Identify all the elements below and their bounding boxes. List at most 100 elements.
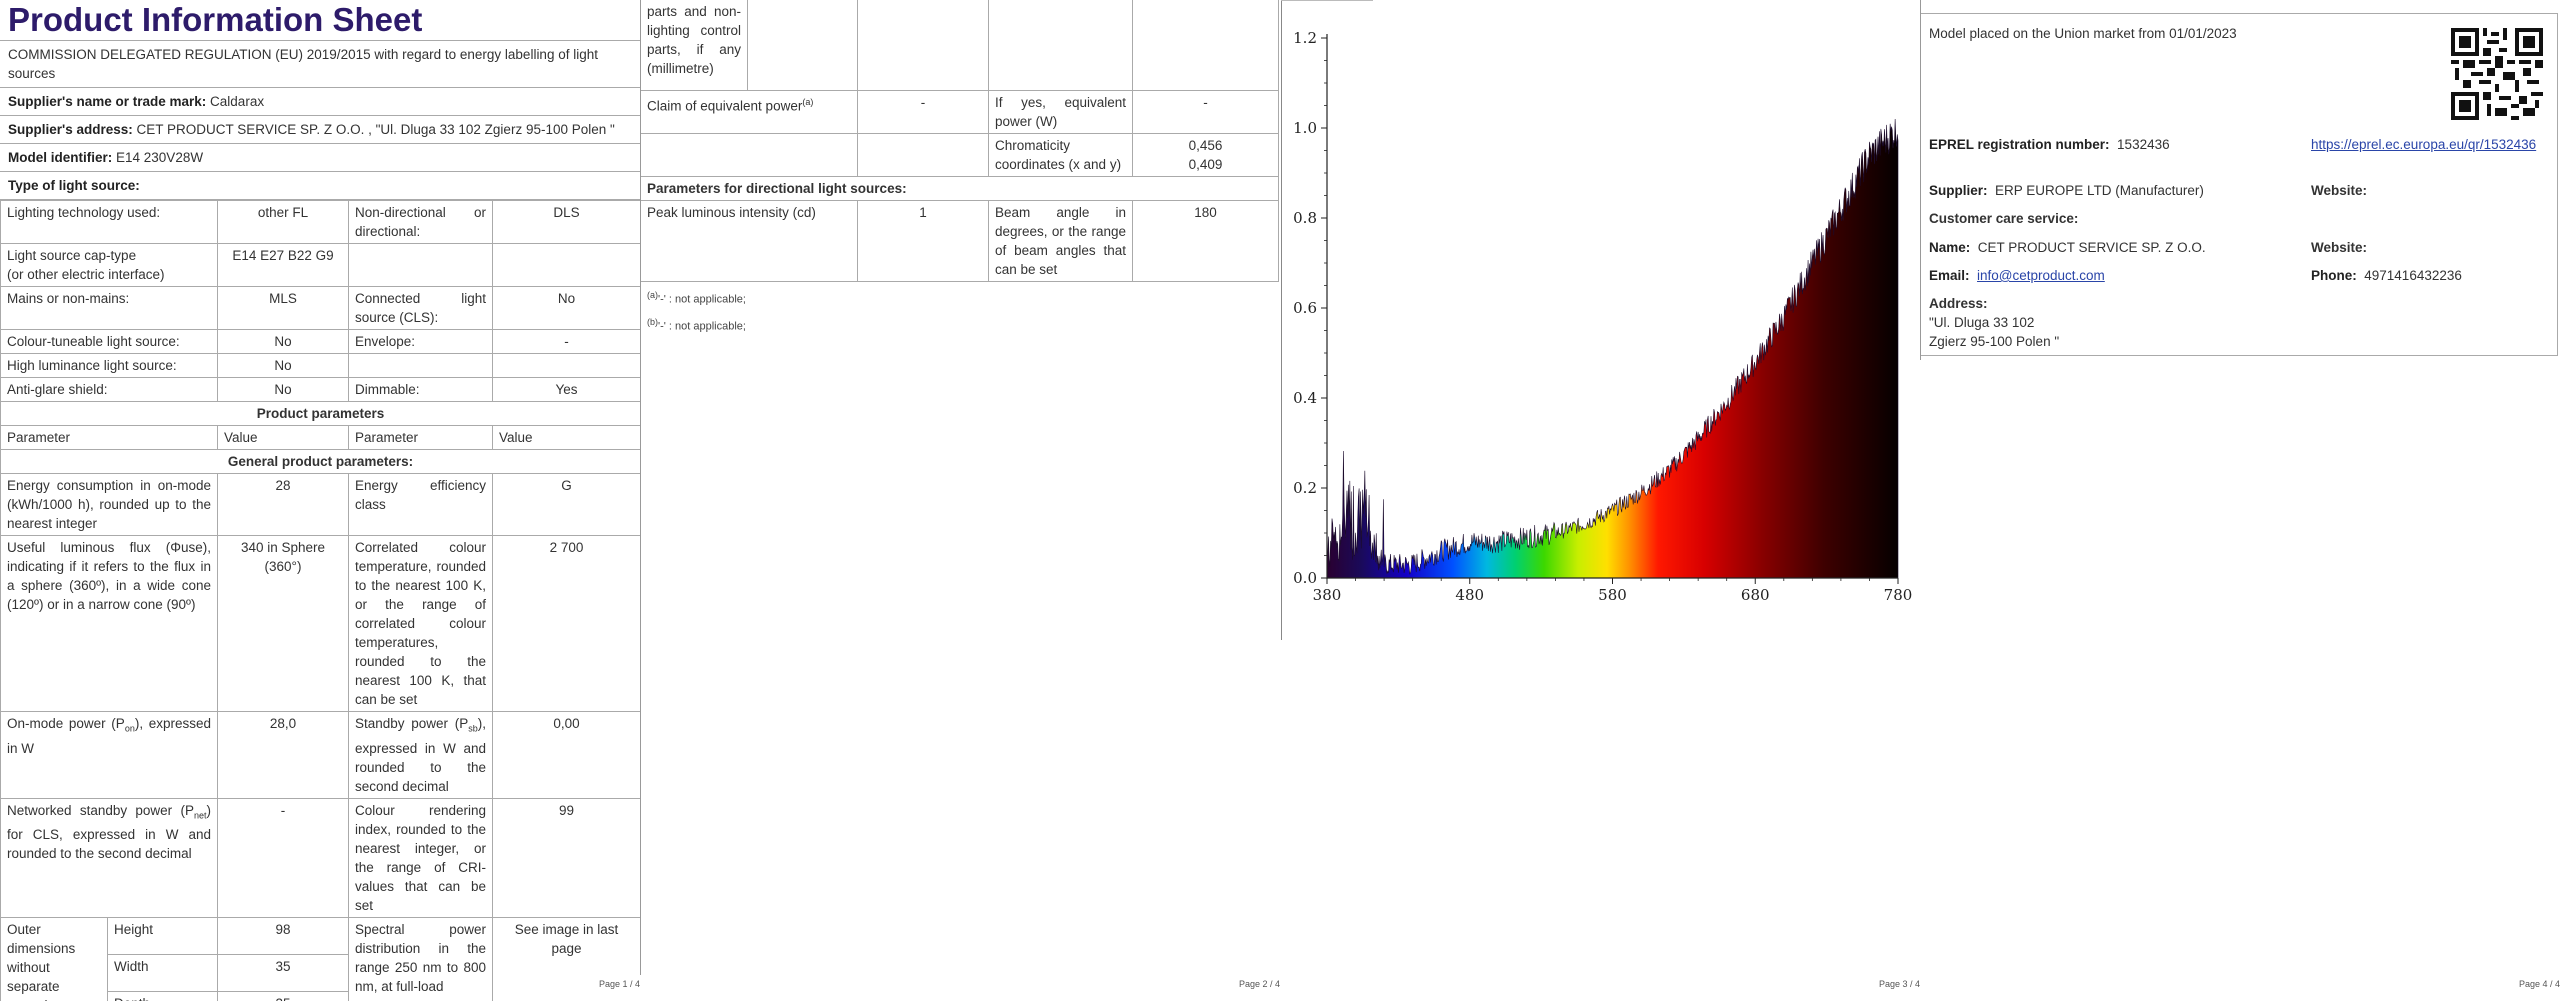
light-source-type-header: Type of light source: (0, 172, 640, 200)
supplier-address-label: Supplier's address: (8, 122, 133, 137)
table-row: Peak luminous intensity (cd) 1 Beam angl… (641, 200, 1279, 282)
empty-cell (857, 133, 989, 177)
page-2: parts and non-lighting control parts, if… (641, 0, 1280, 1001)
depth-value: 35 (217, 990, 349, 1001)
model-row: Model identifier: E14 230V28W (0, 144, 640, 172)
param-value: DLS (492, 200, 640, 244)
table-row: High luminance light source: No (0, 353, 640, 378)
equivalent-power-value: - (1132, 90, 1279, 134)
param-label: On-mode power (Pon), expressed in W (0, 711, 218, 799)
model-label: Model identifier: (8, 150, 113, 165)
page-title: Product Information Sheet (0, 0, 640, 41)
product-parameters-header: Product parameters (0, 401, 640, 426)
care-name-row: Name: CET PRODUCT SERVICE SP. Z O.O. (1929, 240, 2206, 255)
x-tick-label: 480 (1455, 586, 1484, 604)
col-header-parameter: Parameter (0, 425, 218, 450)
claim-equivalent-label: Claim of equivalent power(a) (641, 90, 858, 134)
empty-cell (1132, 0, 1279, 91)
outer-dimensions-label: Outer dimensions without separate contro… (0, 917, 108, 1001)
param-value: other FL (217, 200, 349, 244)
param-value: No (217, 353, 349, 378)
param-label: Dimmable: (348, 377, 493, 402)
param-label: Colour rendering index, rounded to the n… (348, 797, 493, 918)
footnote-a: (a)'-' : not applicable; (647, 290, 746, 306)
placed-on-market-text: Model placed on the Union market from 01… (1929, 26, 2237, 41)
chromaticity-label: Chromaticity coordinates (x and y) (988, 133, 1133, 177)
depth-label: Depth (107, 990, 218, 1001)
spd-label: Spectral power distribution in the range… (348, 917, 493, 1001)
table-row: Product parameters (0, 401, 640, 426)
phone-row: Phone: 4971416432236 (2311, 268, 2462, 283)
param-label: Standby power (Psb), expressed in W and … (348, 711, 493, 799)
param-value: Yes (492, 377, 640, 402)
general-parameters-header: General product parameters: (0, 449, 640, 474)
table-row: General product parameters: (0, 449, 640, 474)
email-row: Email: info@cetproduct.com (1929, 268, 2105, 283)
supplier-name-row: Supplier's name or trade mark: Caldarax (0, 88, 640, 116)
page-number: Page 2 / 4 (1238, 979, 1280, 989)
directional-header: Parameters for directional light sources… (641, 176, 1279, 201)
y-tick-label: 0.0 (1293, 569, 1317, 587)
param-value: 28 (217, 473, 349, 536)
y-tick-label: 0.2 (1293, 479, 1317, 497)
eprel-link-wrap: https://eprel.ec.europa.eu/qr/1532436 (2311, 135, 2551, 154)
table-row: Outer dimensions without separate contro… (0, 917, 640, 1001)
y-tick-label: 0.8 (1293, 209, 1317, 227)
peak-intensity-value: 1 (857, 200, 989, 282)
page-3: 0.0 0.2 0.4 0.6 0.8 1.0 1.2 380 480 580 680 780 Pag… (1281, 0, 1920, 1001)
param-value: - (492, 329, 640, 354)
page2-table: parts and non-lighting control parts, if… (641, 0, 1279, 282)
address-label: Address: (1929, 296, 1988, 311)
table-row: Colour-tuneable light source: No Envelop… (0, 329, 640, 354)
param-value (492, 243, 640, 287)
param-value: No (217, 377, 349, 402)
footnote-b: (b)'-' : not applicable; (647, 316, 746, 333)
table-row: On-mode power (Pon), expressed in W 28,0… (0, 711, 640, 799)
param-value: 99 (492, 797, 640, 918)
param-value: E14 E27 B22 G9 (217, 243, 349, 287)
address-line-1: "Ul. Dluga 33 102 (1929, 315, 2035, 330)
eprel-link[interactable]: https://eprel.ec.europa.eu/qr/1532436 (2311, 137, 2536, 152)
param-label: Energy efficiency class (348, 473, 493, 536)
table-row: Claim of equivalent power(a) - If yes, e… (641, 90, 1279, 134)
supplier-row: Supplier: ERP EUROPE LTD (Manufacturer) (1929, 183, 2204, 198)
qr-code-icon (2451, 28, 2543, 120)
param-label: Mains or non-mains: (0, 286, 218, 330)
supplier-name-label: Supplier's name or trade mark: (8, 94, 207, 109)
empty-cell (641, 133, 858, 177)
table-row: Parameters for directional light sources… (641, 176, 1279, 201)
x-tick-label: 380 (1313, 586, 1342, 604)
table-row: parts and non-lighting control parts, if… (641, 0, 1279, 91)
param-label: Non-directional or directional: (348, 200, 493, 244)
table-row: Chromaticity coordinates (x and y) 0,456… (641, 133, 1279, 177)
table-row: Light source cap-type (or other electric … (0, 243, 640, 287)
email-link[interactable]: info@cetproduct.com (1977, 268, 2105, 283)
empty-cell (988, 0, 1133, 91)
page-number: Page 4 / 4 (2518, 979, 2560, 989)
eprel-number: 1532436 (2117, 137, 2170, 152)
website-label: Website: (2311, 183, 2368, 198)
y-tick-label: 0.6 (1293, 299, 1317, 317)
table-row: Networked standby power (Pnet) for CLS, … (0, 797, 640, 918)
col-header-value: Value (492, 425, 640, 450)
care-website-label: Website: (2311, 240, 2368, 255)
param-label: Connected light source (CLS): (348, 286, 493, 330)
param-value: 0,00 (492, 711, 640, 799)
spectrum-area (1326, 118, 1899, 579)
col-header-value: Value (217, 425, 349, 450)
table-row: Lighting technology used: other FL Non-d… (0, 200, 640, 244)
table-row: Parameter Value Parameter Value (0, 425, 640, 450)
param-label (348, 353, 493, 378)
address-line-2: Zgierz 95-100 Polen " (1929, 334, 2060, 349)
param-value: 28,0 (217, 711, 349, 799)
param-label: Correlated colour temperature, rounded t… (348, 535, 493, 712)
beam-angle-label: Beam angle in degrees, or the range of b… (988, 200, 1133, 282)
param-label: Colour-tuneable light source: (0, 329, 218, 354)
param-value: No (492, 286, 640, 330)
param-label: Networked standby power (Pnet) for CLS, … (0, 797, 218, 918)
param-label: Anti-glare shield: (0, 377, 218, 402)
eprel-row: EPREL registration number: 1532436 (1929, 137, 2170, 152)
height-label: Height (107, 917, 218, 955)
param-label: High luminance light source: (0, 353, 218, 378)
param-value: 340 in Sphere (360°) (217, 535, 349, 712)
